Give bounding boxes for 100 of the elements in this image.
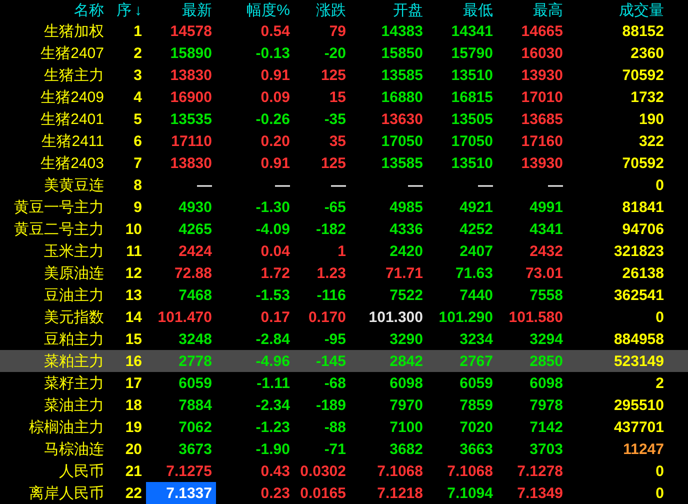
table-cell: 7142 [530,420,563,434]
table-cell: 101.290 [438,310,493,324]
table-cell: 7970 [390,398,423,412]
column-header[interactable]: 最高 [533,2,563,18]
table-cell: 1.23 [316,266,346,280]
table-cell: 2420 [390,244,423,258]
table-cell: -2.34 [256,398,290,412]
table-cell: 125 [320,156,346,170]
table-cell-text: 生猪主力 [43,68,105,82]
table-cell: 101.300 [368,310,423,324]
table-cell: 0 [656,486,664,500]
table-cell: 3682 [390,442,423,456]
table-cell: 13930 [521,68,563,82]
table-cell-text: 豆粕主力 [43,332,105,346]
table-cell: 7884 [178,398,212,412]
table-cell: -65 [324,200,346,214]
table-cell: 7440 [460,288,493,302]
table-cell: 101.580 [508,310,563,324]
table-cell: 17110 [171,134,212,148]
table-cell: 16900 [170,90,212,104]
table-cell: 13830 [170,68,212,82]
column-header[interactable]: 最新 [182,2,212,18]
table-cell: 7468 [178,288,212,302]
table-cell: 13630 [381,112,423,126]
table-cell: -2.84 [256,332,290,346]
table-cell: -1.30 [256,200,290,214]
table-cell: 1.72 [260,266,290,280]
table-cell: 79 [329,24,346,38]
table-cell-text: 玉米主力 [43,244,105,258]
table-cell-text: 豆油主力 [43,288,105,302]
table-cell-text: 马棕油连 [43,442,105,456]
table-cell: 322 [638,134,664,148]
table-cell: 13510 [451,156,493,170]
table-cell: 13585 [381,68,423,82]
table-cell: 7859 [460,398,493,412]
table-cell: 15790 [451,46,493,60]
table-cell-text: 13 [124,288,143,302]
table-cell: 70592 [622,156,664,170]
column-header[interactable]: 最低 [463,2,493,18]
selected-row[interactable]: 菜粕主力 16 2778 -4.96 -145 2842 2767 2850 523149 [0,350,688,372]
table-cell-text: 12 [124,266,143,280]
table-cell-text: 黄豆一号主力 [13,200,105,214]
table-cell: 437701 [614,420,664,434]
table-cell: 7062 [178,420,212,434]
table-cell: 1732 [630,90,664,104]
table-cell: 7.1278 [517,464,563,478]
table-cell: 16880 [381,90,423,104]
table-cell: 0.0302 [300,464,346,478]
table-cell: 3294 [530,332,563,346]
table-cell: 0.91 [260,68,290,82]
table-cell-text: 美黄豆连 [43,178,105,192]
table-cell: 7.1349 [517,486,563,500]
table-cell: 6098 [530,376,563,390]
table-cell: 16815 [451,90,493,104]
table-cell: — [408,178,423,192]
table-cell: 2850 [530,354,563,368]
table-cell-text: 棕榈油主力 [28,420,105,434]
table-cell: 6098 [390,376,423,390]
table-cell: 0.0165 [300,486,346,500]
table-cell: 15850 [381,46,423,60]
table-cell-text: 22 [124,486,143,500]
table-cell: 7.1068 [447,464,493,478]
table-cell: 3663 [460,442,493,456]
table-cell: 523149 [614,354,664,368]
table-cell: -1.11 [256,376,290,390]
table-cell: 1 [338,244,346,258]
table-cell-text: 19 [124,420,143,434]
column-header[interactable]: 名称 [74,2,104,18]
table-cell: 15 [329,90,346,104]
table-cell: — [197,178,212,192]
table-cell-text: 1 [132,24,143,38]
table-cell: 2767 [460,354,493,368]
table-cell: 7.1068 [377,464,423,478]
table-cell-text: 6 [132,134,143,148]
table-cell: -88 [324,420,346,434]
column-header[interactable]: 序 [116,2,132,18]
table-cell: 15890 [170,46,212,60]
table-cell: 7522 [390,288,423,302]
table-cell: 0.91 [260,156,290,170]
table-cell: 7978 [530,398,563,412]
table-cell: 6059 [178,376,212,390]
table-cell: 35 [329,134,346,148]
table-cell: -0.26 [256,112,290,126]
table-cell: 7.1218 [377,486,423,500]
table-cell-text: 7 [132,156,143,170]
column-header[interactable]: 开盘 [393,2,423,18]
table-cell: 14665 [521,24,563,38]
column-header[interactable]: 涨跌 [316,2,346,18]
table-cell-text: 离岸人民币 [28,486,105,500]
column-header[interactable]: 幅度% [246,2,290,18]
table-cell: -1.23 [256,420,290,434]
table-cell: -0.13 [256,46,290,60]
table-cell-text: 3 [132,68,143,82]
table-cell: 0.43 [260,464,290,478]
table-cell-text: 生猪加权 [43,24,105,38]
table-cell: 0.20 [260,134,290,148]
column-header[interactable]: 成交量 [619,2,664,18]
table-cell: 7558 [530,288,563,302]
table-cell: 88152 [622,24,664,38]
table-cell: 4985 [390,200,423,214]
